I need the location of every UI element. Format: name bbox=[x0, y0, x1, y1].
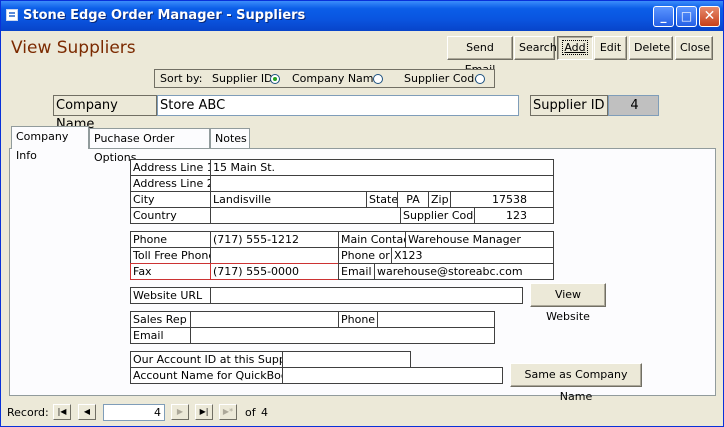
address-line1-label: Address Line 1 bbox=[130, 159, 211, 176]
city-field[interactable]: Landisville bbox=[210, 191, 367, 208]
sort-option-supplier-code-label: Supplier Code bbox=[404, 72, 481, 85]
window-title: Stone Edge Order Manager - Suppliers bbox=[23, 8, 306, 23]
record-total: 4 bbox=[261, 406, 268, 419]
quickbooks-name-label: Account Name for QuickBooks bbox=[130, 367, 283, 384]
sales-rep-field[interactable] bbox=[190, 311, 339, 328]
quickbooks-name-field[interactable] bbox=[282, 367, 503, 384]
delete-button[interactable]: Delete bbox=[629, 36, 673, 60]
sales-phone-field[interactable] bbox=[377, 311, 495, 328]
current-record-field[interactable]: 4 bbox=[103, 404, 165, 421]
close-button[interactable]: Close bbox=[675, 36, 713, 60]
close-window-button[interactable]: ✕ bbox=[699, 6, 720, 27]
previous-record-button[interactable]: ◀ bbox=[78, 404, 96, 420]
supplier-code-field[interactable]: 123 bbox=[474, 207, 554, 224]
sort-option-company-name-label: Company Name bbox=[292, 72, 381, 85]
account-id-label: Our Account ID at this Supplier bbox=[130, 351, 283, 368]
website-url-label: Website URL bbox=[130, 287, 211, 304]
add-label: Add bbox=[562, 40, 588, 55]
sort-options: Sort by: Supplier ID Company Name Suppli… bbox=[154, 69, 495, 88]
country-field[interactable] bbox=[210, 207, 401, 224]
phone-ext-label: Phone or ext. bbox=[338, 247, 392, 264]
sort-label: Sort by: bbox=[160, 72, 203, 85]
toll-free-label: Toll Free Phone bbox=[130, 247, 211, 264]
tab-purchase-order-options[interactable]: Puchase Order Options bbox=[89, 128, 210, 164]
phone-ext-field[interactable]: X123 bbox=[391, 247, 554, 264]
sort-company-name-radio[interactable] bbox=[373, 74, 383, 84]
supplier-id-field: 4 bbox=[608, 95, 659, 116]
edit-button[interactable]: Edit bbox=[594, 36, 627, 60]
address-line2-label: Address Line 2 bbox=[130, 175, 211, 192]
country-label: Country bbox=[130, 207, 211, 224]
search-button[interactable]: Search bbox=[514, 36, 557, 60]
record-of-label: of bbox=[245, 406, 256, 419]
email-label: Email bbox=[338, 263, 375, 280]
address-line1-field[interactable]: 15 Main St. bbox=[210, 159, 554, 176]
same-as-company-name-button[interactable]: Same as Company Name bbox=[510, 363, 642, 403]
last-record-button[interactable]: ▶| bbox=[195, 404, 213, 420]
minimize-button[interactable]: _ bbox=[653, 6, 674, 27]
tab-notes[interactable]: Notes bbox=[210, 128, 250, 148]
email-field[interactable]: warehouse@storeabc.com bbox=[374, 263, 554, 280]
next-record-button[interactable]: ▶ bbox=[171, 404, 189, 420]
record-label: Record: bbox=[7, 406, 49, 419]
new-record-button[interactable]: ▶* bbox=[219, 404, 237, 420]
view-website-button[interactable]: View Website bbox=[530, 283, 606, 323]
account-id-field[interactable] bbox=[282, 351, 411, 368]
state-label: State bbox=[366, 191, 398, 208]
state-field[interactable]: PA bbox=[397, 191, 429, 208]
fax-field[interactable]: (717) 555-0000 bbox=[210, 263, 339, 280]
fax-label: Fax bbox=[130, 263, 211, 280]
sort-supplier-code-radio[interactable] bbox=[475, 74, 485, 84]
supplier-code-label: Supplier Code bbox=[400, 207, 475, 224]
sort-supplier-id-radio[interactable] bbox=[270, 74, 280, 84]
sales-phone-label: Phone bbox=[338, 311, 378, 328]
zip-field[interactable]: 17538 bbox=[450, 191, 554, 208]
form-icon bbox=[6, 9, 18, 21]
suppliers-window: Stone Edge Order Manager - Suppliers _ □… bbox=[0, 0, 724, 427]
sales-email-field[interactable] bbox=[190, 327, 495, 344]
sales-email-label: Email bbox=[130, 327, 191, 344]
send-email-button[interactable]: Send Email bbox=[447, 36, 513, 76]
sales-rep-label: Sales Rep bbox=[130, 311, 191, 328]
phone-field[interactable]: (717) 555-1212 bbox=[210, 231, 339, 248]
phone-label: Phone bbox=[130, 231, 211, 248]
record-navigator: Record: |◀ ◀ 4 ▶ ▶| ▶* of 4 bbox=[1, 401, 723, 426]
toll-free-field[interactable] bbox=[210, 247, 339, 264]
website-url-field[interactable] bbox=[210, 287, 523, 304]
page-title: View Suppliers bbox=[11, 38, 136, 58]
address-line2-field[interactable] bbox=[210, 175, 554, 192]
supplier-id-label: Supplier ID bbox=[530, 95, 608, 116]
first-record-button[interactable]: |◀ bbox=[53, 404, 71, 420]
city-label: City bbox=[130, 191, 211, 208]
add-button[interactable]: Add bbox=[557, 36, 593, 60]
main-contact-label: Main Contact bbox=[338, 231, 406, 248]
zip-label: Zip bbox=[428, 191, 451, 208]
title-bar[interactable]: Stone Edge Order Manager - Suppliers _ □… bbox=[1, 1, 723, 31]
company-name-label: Company Name bbox=[53, 95, 157, 132]
company-name-field[interactable]: Store ABC bbox=[157, 95, 519, 116]
sort-option-supplier-id-label: Supplier ID bbox=[212, 72, 273, 85]
main-contact-field[interactable]: Warehouse Manager bbox=[405, 231, 554, 248]
maximize-button[interactable]: □ bbox=[676, 6, 697, 27]
tab-company-info[interactable]: Company Info bbox=[11, 126, 89, 162]
